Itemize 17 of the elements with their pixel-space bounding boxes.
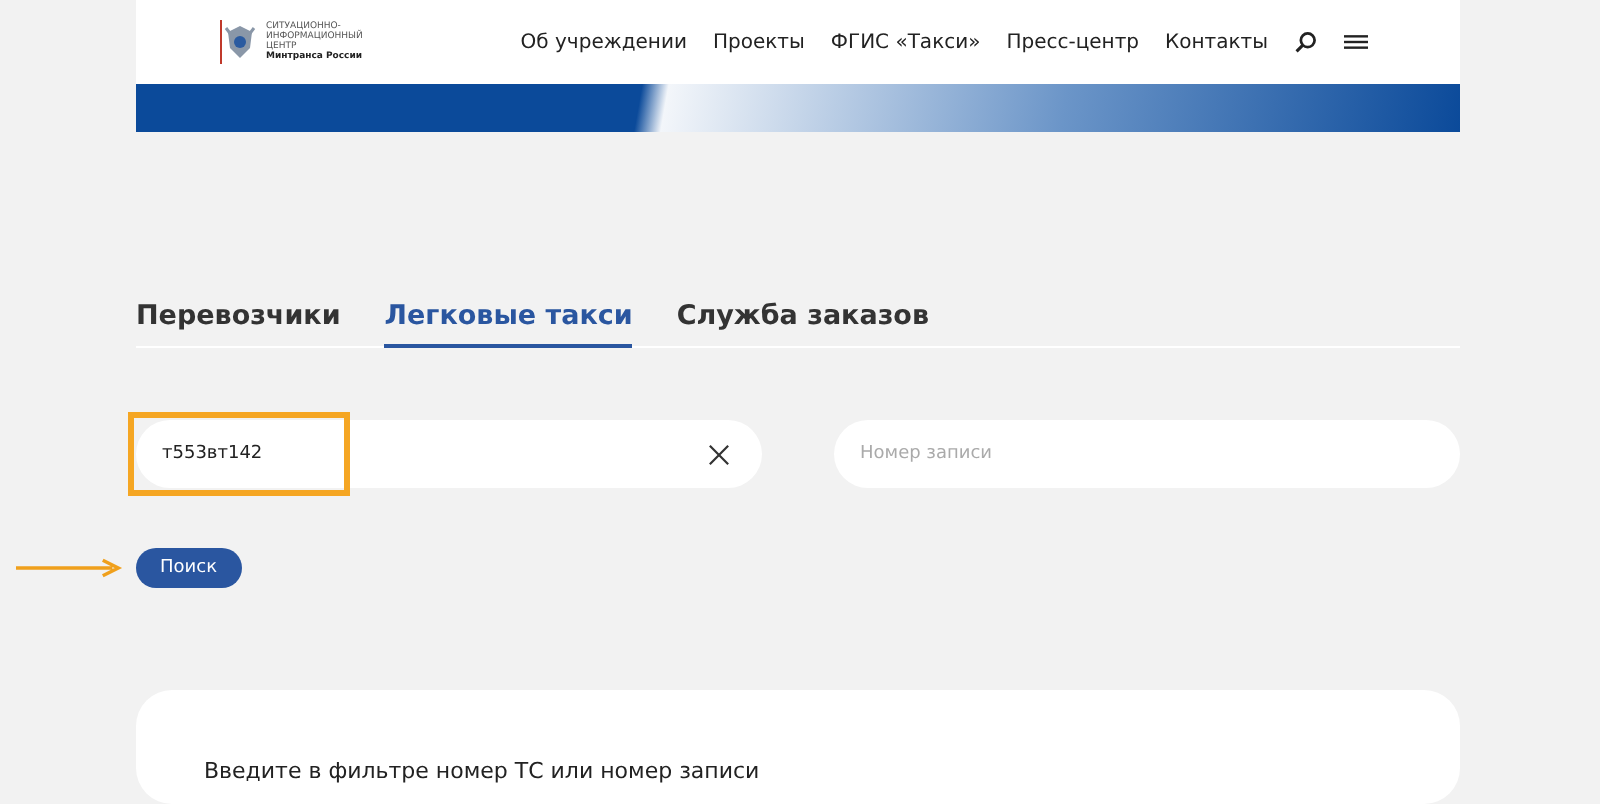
emblem-icon: [220, 20, 260, 64]
tab[interactable]: Перевозчики: [136, 300, 341, 348]
tab[interactable]: Служба заказов: [676, 300, 929, 348]
input-field[interactable]: Номер записи: [834, 420, 1460, 488]
tab[interactable]: Легковые такси: [384, 300, 633, 348]
result-message: Введите в фильтре номер ТС или номер записи: [204, 758, 762, 784]
nav-link[interactable]: Контакты: [1165, 31, 1268, 53]
close-icon[interactable]: [708, 443, 730, 465]
search-icon[interactable]: [1294, 30, 1318, 54]
nav-link[interactable]: Проекты: [712, 31, 805, 53]
input-field[interactable]: т553вт142: [136, 420, 762, 488]
nav-link[interactable]: Об учреждении: [520, 31, 687, 53]
nav-link[interactable]: ФГИС «Такси»: [830, 31, 981, 53]
menu-icon[interactable]: [1344, 30, 1368, 54]
nav-link[interactable]: Пресс-центр: [1006, 31, 1140, 53]
search-button[interactable]: Поиск: [136, 548, 242, 588]
pointer-arrow: [16, 558, 124, 578]
